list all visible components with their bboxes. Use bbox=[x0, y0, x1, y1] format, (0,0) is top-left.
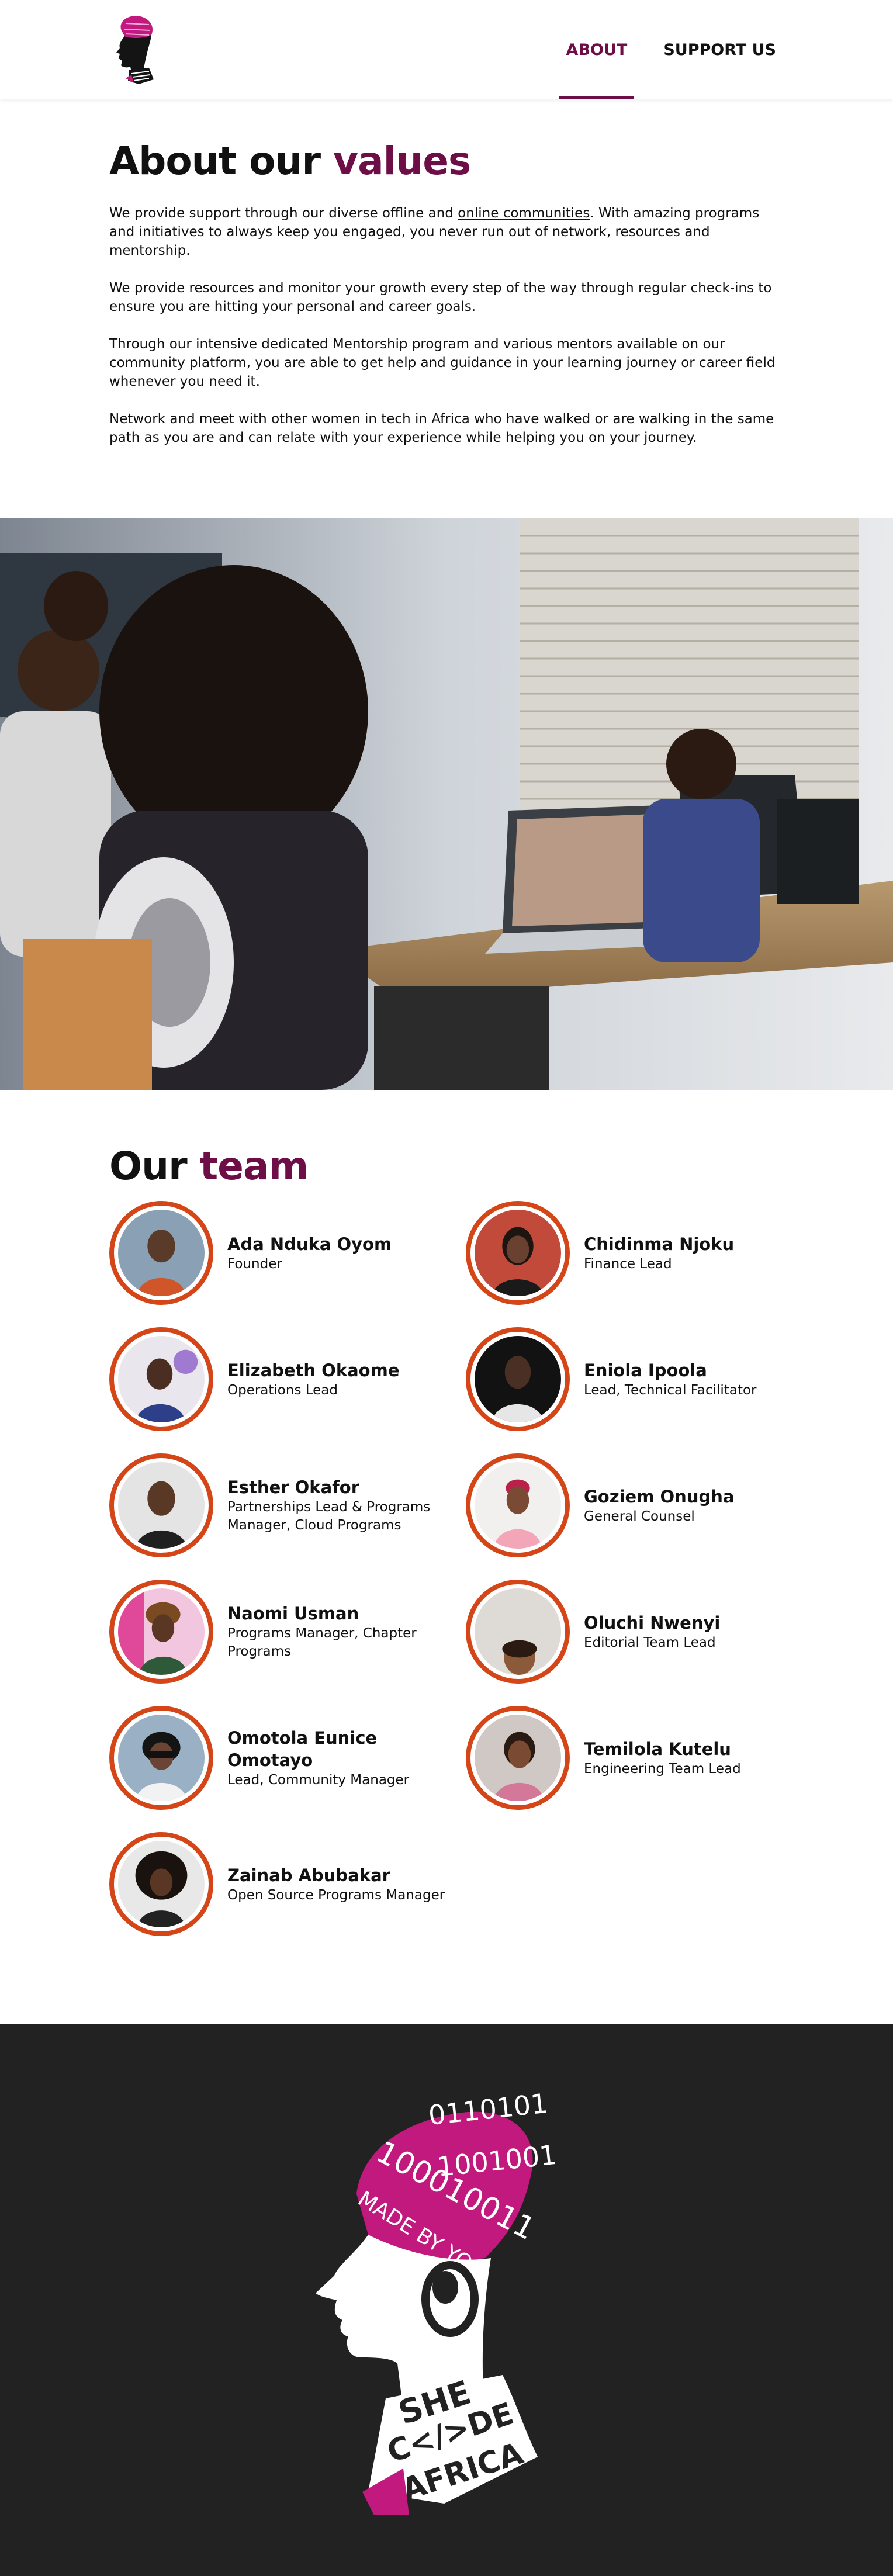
member-info: Esther Okafor Partnerships Lead & Progra… bbox=[227, 1476, 449, 1535]
member-name: Zainab Abubakar bbox=[227, 1865, 390, 1885]
member-role: Lead, Technical Facilitator bbox=[584, 1382, 757, 1398]
member-info: Elizabeth Okaome Operations Lead bbox=[227, 1359, 400, 1400]
avatar bbox=[466, 1453, 570, 1558]
member-role: Lead, Community Manager bbox=[227, 1772, 410, 1788]
about-paragraph-1: We provide support through our diverse o… bbox=[109, 204, 785, 260]
team-title: Our team bbox=[109, 1145, 785, 1188]
member-role: General Counsel bbox=[584, 1508, 695, 1524]
member-name: Chidinma Njoku bbox=[584, 1234, 735, 1254]
she-code-africa-logo-icon[interactable] bbox=[108, 12, 161, 88]
nav-link-support-us[interactable]: SUPPORT US bbox=[663, 0, 776, 99]
avatar bbox=[109, 1327, 213, 1432]
about-paragraph-2: We provide resources and monitor your gr… bbox=[109, 280, 772, 314]
avatar bbox=[466, 1327, 570, 1432]
about-title-accent: values bbox=[333, 139, 471, 183]
team-member: Temilola Kutelu Engineering Team Lead bbox=[466, 1705, 793, 1810]
site-header: ABOUT SUPPORT US bbox=[0, 0, 893, 99]
avatar bbox=[109, 1580, 213, 1684]
team-member: Esther Okafor Partnerships Lead & Progra… bbox=[109, 1453, 466, 1558]
online-communities-link[interactable]: online communities bbox=[458, 206, 590, 221]
team-member: Elizabeth Okaome Operations Lead bbox=[109, 1327, 466, 1432]
member-info: Chidinma Njoku Finance Lead bbox=[584, 1233, 734, 1273]
member-name: Goziem Onugha bbox=[584, 1486, 735, 1507]
member-role: Founder bbox=[227, 1256, 282, 1272]
avatar bbox=[109, 1706, 213, 1810]
team-member: Goziem Onugha General Counsel bbox=[466, 1453, 793, 1558]
team-member: Chidinma Njoku Finance Lead bbox=[466, 1200, 793, 1306]
avatar bbox=[466, 1706, 570, 1810]
about-paragraph-1-text: We provide support through our diverse o… bbox=[109, 205, 458, 221]
nav-link-about[interactable]: ABOUT bbox=[559, 0, 635, 99]
member-name: Oluchi Nwenyi bbox=[584, 1612, 721, 1633]
about-paragraph-3: Through our intensive dedicated Mentorsh… bbox=[109, 336, 776, 389]
member-name: Ada Nduka Oyom bbox=[227, 1234, 392, 1254]
member-role: Operations Lead bbox=[227, 1382, 338, 1398]
member-info: Ada Nduka Oyom Founder bbox=[227, 1233, 392, 1273]
she-code-africa-footer-logo-icon: 0110101 100010011 1001001 MADE BY YO SHE… bbox=[316, 2087, 558, 2516]
team-title-plain: Our bbox=[109, 1143, 200, 1189]
member-info: Omotola Eunice Omotayo Lead, Community M… bbox=[227, 1727, 449, 1789]
avatar bbox=[109, 1453, 213, 1558]
avatar bbox=[109, 1832, 213, 1937]
team-title-accent: team bbox=[199, 1143, 309, 1189]
member-name: Omotola Eunice Omotayo bbox=[227, 1727, 378, 1770]
team-section: Our team Ada Nduka Oyom Founder Chidinma… bbox=[0, 1090, 893, 2025]
member-role: Programs Manager, Chapter Programs bbox=[227, 1626, 417, 1660]
member-info: Goziem Onugha General Counsel bbox=[584, 1486, 734, 1526]
member-name: Eniola Ipoola bbox=[584, 1360, 707, 1380]
team-member: Zainab Abubakar Open Source Programs Man… bbox=[109, 1831, 466, 1937]
about-paragraph-4: Network and meet with other women in tec… bbox=[109, 411, 774, 445]
member-info: Temilola Kutelu Engineering Team Lead bbox=[584, 1738, 741, 1778]
member-name: Naomi Usman bbox=[227, 1604, 359, 1624]
member-name: Esther Okafor bbox=[227, 1477, 359, 1498]
member-role: Partnerships Lead & Programs Manager, Cl… bbox=[227, 1500, 431, 1533]
about-title-plain: About our bbox=[109, 139, 334, 183]
team-member: Oluchi Nwenyi Editorial Team Lead bbox=[466, 1579, 793, 1684]
member-info: Zainab Abubakar Open Source Programs Man… bbox=[227, 1864, 445, 1905]
member-role: Engineering Team Lead bbox=[584, 1761, 741, 1777]
member-role: Editorial Team Lead bbox=[584, 1635, 716, 1650]
member-info: Oluchi Nwenyi Editorial Team Lead bbox=[584, 1612, 720, 1652]
member-role: Finance Lead bbox=[584, 1256, 672, 1272]
avatar bbox=[109, 1201, 213, 1306]
team-member: Ada Nduka Oyom Founder bbox=[109, 1200, 466, 1306]
avatar bbox=[466, 1201, 570, 1306]
member-role: Open Source Programs Manager bbox=[227, 1887, 445, 1903]
main-nav: ABOUT SUPPORT US bbox=[530, 0, 776, 99]
site-footer: 0110101 100010011 1001001 MADE BY YO SHE… bbox=[0, 2024, 893, 2576]
member-info: Eniola Ipoola Lead, Technical Facilitato… bbox=[584, 1359, 757, 1400]
women-working-on-laptops-photo bbox=[0, 518, 893, 1090]
member-name: Elizabeth Okaome bbox=[227, 1360, 400, 1380]
member-info: Naomi Usman Programs Manager, Chapter Pr… bbox=[227, 1602, 449, 1661]
member-name: Temilola Kutelu bbox=[584, 1739, 731, 1759]
avatar bbox=[466, 1580, 570, 1684]
team-member: Naomi Usman Programs Manager, Chapter Pr… bbox=[109, 1579, 466, 1684]
team-member: Omotola Eunice Omotayo Lead, Community M… bbox=[109, 1705, 466, 1810]
team-member: Eniola Ipoola Lead, Technical Facilitato… bbox=[466, 1327, 793, 1432]
binary-line-1: 0110101 bbox=[427, 2087, 549, 2131]
about-values-section: About our values We provide support thro… bbox=[0, 99, 893, 513]
about-title: About our values bbox=[109, 140, 785, 183]
team-grid: Ada Nduka Oyom Founder Chidinma Njoku Fi… bbox=[109, 1200, 785, 1937]
